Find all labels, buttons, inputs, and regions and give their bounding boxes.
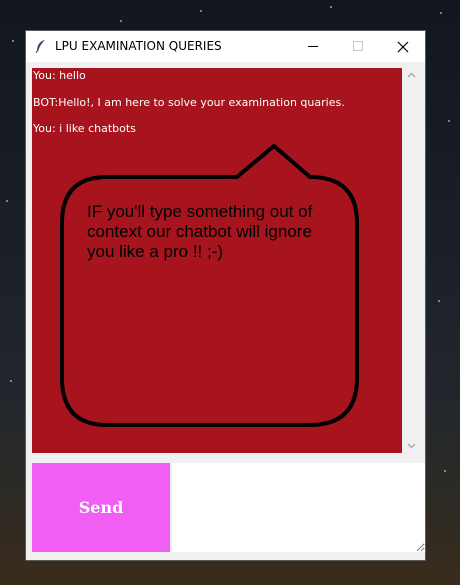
chat-log[interactable]: You: hello BOT:Hello!, I am here to solv… <box>32 68 402 453</box>
scroll-up-icon[interactable] <box>407 72 416 78</box>
feather-icon <box>35 40 45 53</box>
scroll-down-icon[interactable] <box>407 443 416 449</box>
maximize-icon <box>352 41 363 51</box>
bubble-text: IF you'll type something out of context … <box>87 202 313 261</box>
chat-scrollbar[interactable] <box>403 68 420 453</box>
message-input[interactable] <box>172 463 425 552</box>
app-window: LPU EXAMINATION QUERIES You: hello BOT:H… <box>25 30 426 561</box>
title-bar[interactable]: LPU EXAMINATION QUERIES <box>26 31 425 62</box>
window-title: LPU EXAMINATION QUERIES <box>55 39 222 53</box>
send-button[interactable]: Send <box>32 463 170 552</box>
minimize-icon <box>307 46 318 47</box>
maximize-button[interactable] <box>335 31 381 62</box>
minimize-button[interactable] <box>290 31 336 62</box>
close-icon <box>397 41 409 52</box>
close-button[interactable] <box>380 31 426 62</box>
